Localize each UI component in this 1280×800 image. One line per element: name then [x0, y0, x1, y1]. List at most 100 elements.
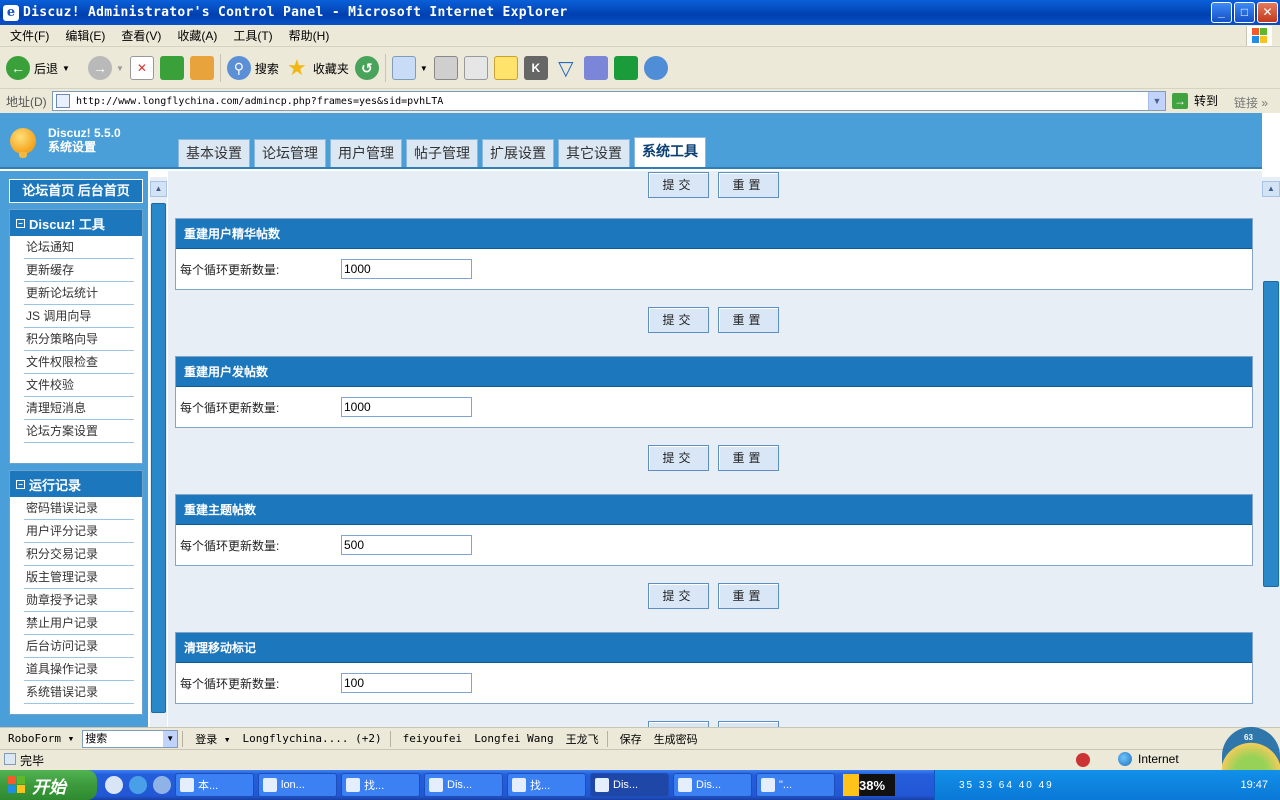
identity-feiyoufei[interactable]: feiyoufei — [403, 732, 463, 745]
close-button[interactable]: ✕ — [1257, 2, 1278, 23]
messenger-button[interactable] — [643, 51, 668, 85]
note-button[interactable] — [493, 51, 518, 85]
sidebar-item[interactable]: 系统错误记录 — [24, 681, 134, 704]
sidebar-item[interactable]: 更新论坛统计 — [24, 282, 134, 305]
sidebar-item[interactable]: 论坛方案设置 — [24, 420, 134, 443]
sidebar-item[interactable]: 勋章授予记录 — [24, 589, 134, 612]
taskbar-task[interactable]: 找... — [341, 773, 420, 797]
collapse-icon[interactable]: − — [16, 479, 25, 489]
favorites-button[interactable]: ★ 收藏夹 — [285, 51, 349, 85]
submit-button[interactable]: 提交 — [648, 172, 709, 198]
sidebar-item[interactable]: 文件校验 — [24, 374, 134, 397]
sidebar-item[interactable]: 禁止用户记录 — [24, 612, 134, 635]
edit-button[interactable] — [463, 51, 488, 85]
menu-help[interactable]: 帮助(H) — [289, 27, 330, 44]
taskbar-task[interactable]: Dis... — [424, 773, 503, 797]
address-input[interactable]: http://www.longflychina.com/admincp.php?… — [52, 91, 1166, 111]
submit-button[interactable]: 提交 — [648, 307, 709, 333]
tab-other-settings[interactable]: 其它设置 — [558, 139, 630, 167]
tab-extended-settings[interactable]: 扩展设置 — [482, 139, 554, 167]
scroll-up-icon[interactable]: ▲ — [150, 181, 167, 197]
batch-count-input[interactable] — [341, 259, 472, 279]
taskbar-task[interactable]: lon... — [258, 773, 337, 797]
print-button[interactable] — [433, 51, 458, 85]
tab-user-management[interactable]: 用户管理 — [330, 139, 402, 167]
reset-button[interactable]: 重置 — [718, 583, 779, 609]
search-dropdown-icon[interactable]: ▼ — [163, 730, 178, 747]
tab-system-tools[interactable]: 系统工具 — [634, 137, 706, 167]
address-dropdown-icon[interactable]: ▼ — [1148, 92, 1165, 110]
links-button[interactable]: 链接 » — [1234, 94, 1268, 111]
show-desktop-icon[interactable] — [105, 776, 123, 794]
back-button[interactable]: ← 后退 ▼ — [6, 51, 70, 85]
sidebar-item[interactable]: 文件权限检查 — [24, 351, 134, 374]
mail-dropdown-icon[interactable]: ▼ — [420, 64, 428, 73]
sidebar-group-header[interactable]: − Discuz! 工具 — [10, 210, 142, 236]
ie-quicklaunch-icon[interactable] — [129, 776, 147, 794]
start-button[interactable]: 开始 — [0, 770, 97, 800]
roboform-button[interactable]: RoboForm ▾ — [8, 732, 74, 745]
menu-view[interactable]: 查看(V) — [121, 27, 161, 44]
refresh-button[interactable] — [159, 51, 184, 85]
collapse-icon[interactable]: − — [16, 218, 25, 228]
reset-button[interactable]: 重置 — [718, 445, 779, 471]
tab-basic-settings[interactable]: 基本设置 — [178, 139, 250, 167]
sidebar-item[interactable]: 清理短消息 — [24, 397, 134, 420]
minimize-button[interactable]: _ — [1211, 2, 1232, 23]
tab-post-management[interactable]: 帖子管理 — [406, 139, 478, 167]
sidebar-item[interactable]: 版主管理记录 — [24, 566, 134, 589]
mail-button[interactable]: ▼ — [391, 51, 428, 85]
stop-button[interactable]: ✕ — [129, 51, 154, 85]
sidebar-item[interactable]: 论坛通知 — [24, 236, 134, 259]
forward-dropdown-icon[interactable]: ▼ — [116, 64, 124, 73]
reset-button[interactable]: 重置 — [718, 307, 779, 333]
save-button[interactable]: 保存 — [620, 731, 642, 747]
batch-count-input[interactable] — [341, 535, 472, 555]
identity-wang-longfei[interactable]: 王龙飞 — [566, 731, 599, 747]
go-button[interactable]: → 转到 — [1172, 92, 1218, 109]
taskbar-task[interactable]: 找... — [507, 773, 586, 797]
sidebar-scrollbar[interactable]: ▲ — [150, 177, 167, 727]
login-button[interactable]: 登录 ▾ — [195, 731, 230, 747]
maximize-button[interactable]: □ — [1234, 2, 1255, 23]
main-scroll-thumb[interactable] — [1263, 281, 1279, 587]
forward-button[interactable]: → ▼ — [76, 51, 124, 85]
magic-button[interactable] — [583, 51, 608, 85]
scroll-up-icon[interactable]: ▲ — [1262, 181, 1280, 197]
home-links[interactable]: 论坛首页 后台首页 — [9, 179, 143, 203]
identity-longfei-wang[interactable]: Longfei Wang — [474, 732, 553, 745]
reset-button[interactable]: 重置 — [718, 172, 779, 198]
sidebar-item[interactable]: 用户评分记录 — [24, 520, 134, 543]
sidebar-item[interactable]: 积分交易记录 — [24, 543, 134, 566]
menu-edit[interactable]: 编辑(E) — [65, 27, 105, 44]
taskbar-task-active[interactable]: Dis... — [590, 773, 669, 797]
home-button[interactable] — [189, 51, 214, 85]
sidebar-item[interactable]: 更新缓存 — [24, 259, 134, 282]
filter-button[interactable]: ▽ — [554, 51, 578, 85]
main-scrollbar[interactable]: ▲ — [1262, 177, 1280, 727]
menu-favorites[interactable]: 收藏(A) — [177, 27, 217, 44]
sidebar-item[interactable]: 后台访问记录 — [24, 635, 134, 658]
history-button[interactable]: ↺ — [354, 51, 379, 85]
generate-password-button[interactable]: 生成密码 — [654, 731, 698, 747]
k-button[interactable]: K — [523, 51, 548, 85]
batch-count-input[interactable] — [341, 673, 472, 693]
submit-button[interactable]: 提交 — [648, 445, 709, 471]
app-quicklaunch-icon[interactable] — [153, 776, 171, 794]
taskbar-task[interactable]: 本... — [175, 773, 254, 797]
sidebar-scroll-thumb[interactable] — [151, 203, 166, 713]
batch-count-input[interactable] — [341, 397, 472, 417]
taskbar-task[interactable]: Dis... — [673, 773, 752, 797]
roboform-search-input[interactable]: 搜索 ▼ — [82, 729, 179, 748]
submit-button[interactable]: 提交 — [648, 583, 709, 609]
taskbar-task[interactable]: "... — [756, 773, 835, 797]
clock[interactable]: 19:47 — [1240, 779, 1268, 791]
sidebar-group-header[interactable]: − 运行记录 — [10, 471, 142, 497]
sidebar-item[interactable]: 密码错误记录 — [24, 497, 134, 520]
search-button[interactable]: ⚲ 搜索 — [226, 51, 279, 85]
tab-forum-management[interactable]: 论坛管理 — [254, 139, 326, 167]
sidebar-item[interactable]: 道具操作记录 — [24, 658, 134, 681]
sidebar-item[interactable]: JS 调用向导 — [24, 305, 134, 328]
sidebar-item[interactable]: 积分策略向导 — [24, 328, 134, 351]
site-login-button[interactable]: Longflychina.... (+2) — [242, 732, 381, 745]
